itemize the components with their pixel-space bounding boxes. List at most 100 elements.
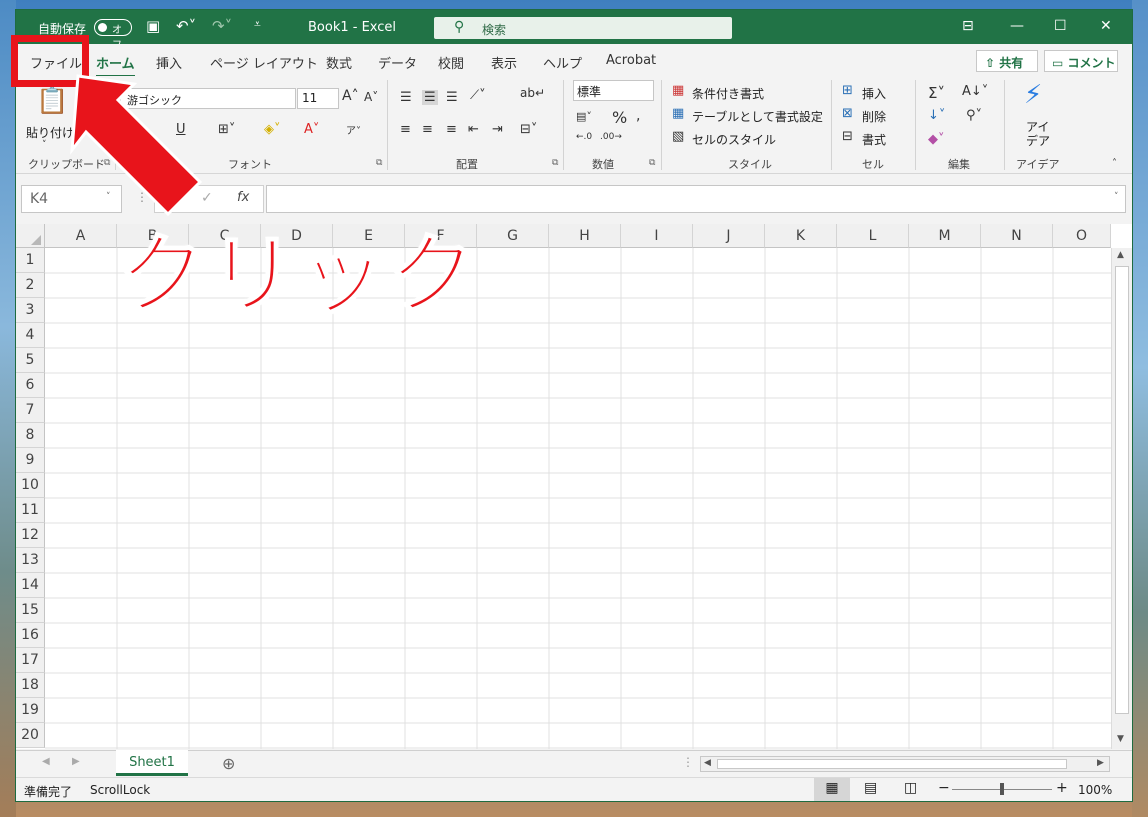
- fill-color-icon[interactable]: ◈˅: [264, 122, 281, 137]
- comments-button[interactable]: ▭ コメント: [1044, 50, 1118, 72]
- vertical-scrollbar[interactable]: ▲ ▼: [1111, 248, 1132, 749]
- autosum-icon[interactable]: Σ˅: [928, 84, 945, 102]
- sort-filter-icon[interactable]: A↓˅: [962, 84, 988, 99]
- clipboard-launcher-icon[interactable]: ⧉: [104, 158, 110, 168]
- tab-home[interactable]: ホーム: [96, 53, 135, 77]
- tab-view[interactable]: 表示: [491, 53, 517, 72]
- normal-view-icon[interactable]: ▦: [814, 778, 850, 801]
- number-format-box[interactable]: 標準: [573, 80, 654, 101]
- save-icon[interactable]: ▣: [146, 17, 160, 35]
- clear-icon[interactable]: ◆˅: [928, 132, 945, 147]
- group-styles: スタイル: [728, 158, 772, 171]
- decrease-indent-icon[interactable]: ⇤: [468, 122, 479, 137]
- paste-dropdown-icon[interactable]: ˅: [42, 140, 47, 150]
- format-table-button[interactable]: テーブルとして書式設定: [692, 108, 823, 125]
- zoom-level[interactable]: 100%: [1078, 783, 1112, 797]
- tab-acrobat[interactable]: Acrobat: [606, 53, 656, 68]
- align-right-icon[interactable]: ≡: [446, 122, 457, 137]
- cell-styles-button[interactable]: セルのスタイル: [692, 131, 776, 148]
- enter-icon[interactable]: ✓: [201, 190, 213, 206]
- format-cells-button[interactable]: 書式: [862, 131, 886, 148]
- grow-font-icon[interactable]: A˄: [342, 88, 359, 104]
- underline-icon[interactable]: U: [176, 122, 186, 137]
- horizontal-scrollbar[interactable]: ◀ ▶: [700, 756, 1110, 772]
- alignment-launcher-icon[interactable]: ⧉: [552, 158, 558, 168]
- accounting-icon[interactable]: ▤˅: [576, 110, 592, 123]
- ideas-icon[interactable]: ⚡: [1024, 80, 1042, 110]
- tab-insert[interactable]: 挿入: [156, 53, 182, 72]
- namebox-dropdown-icon[interactable]: ˅: [106, 192, 111, 202]
- page-layout-view-icon[interactable]: ▤: [864, 780, 877, 796]
- paste-button[interactable]: 貼り付け: [26, 124, 74, 141]
- close-icon[interactable]: ✕: [1100, 18, 1112, 34]
- orientation-icon[interactable]: ⟋˅: [470, 88, 486, 103]
- vertical-scroll-thumb[interactable]: [1115, 266, 1129, 714]
- collapse-ribbon-icon[interactable]: ˄: [1112, 158, 1117, 169]
- tab-help[interactable]: ヘルプ: [543, 53, 582, 72]
- scroll-down-icon[interactable]: ▼: [1117, 734, 1124, 744]
- zoom-in-icon[interactable]: +: [1056, 780, 1068, 796]
- horizontal-scroll-thumb[interactable]: [717, 759, 1067, 769]
- redo-icon[interactable]: ↷˅: [212, 17, 232, 35]
- separator: [915, 80, 916, 170]
- sheet-tab-sheet1[interactable]: Sheet1: [116, 750, 188, 776]
- zoom-out-icon[interactable]: −: [938, 780, 950, 796]
- ribbon-display-icon[interactable]: ⊟: [962, 18, 974, 34]
- borders-icon[interactable]: ⊞˅: [218, 122, 235, 137]
- fill-icon[interactable]: ↓˅: [928, 108, 945, 123]
- decrease-decimal-icon[interactable]: .00→: [600, 132, 622, 142]
- next-sheet-icon[interactable]: ▶: [72, 756, 80, 767]
- merge-center-icon[interactable]: ⊟˅: [520, 122, 537, 137]
- select-all-corner[interactable]: [16, 224, 45, 248]
- font-name-box[interactable]: 游ゴシック: [120, 88, 296, 109]
- delete-cells-icon: ⊠: [842, 106, 853, 121]
- phonetic-icon[interactable]: ア˅: [346, 122, 361, 137]
- scroll-up-icon[interactable]: ▲: [1117, 250, 1124, 260]
- autosave-toggle[interactable]: オフ: [94, 19, 132, 51]
- customize-qat-icon[interactable]: ⩡: [254, 17, 261, 32]
- tab-split-icon[interactable]: ⋮: [682, 755, 694, 769]
- increase-decimal-icon[interactable]: ←.0: [576, 132, 592, 142]
- share-label: 共有: [999, 56, 1024, 70]
- conditional-format-button[interactable]: 条件付き書式: [692, 85, 764, 102]
- percent-icon[interactable]: %: [612, 108, 627, 127]
- scroll-right-icon[interactable]: ▶: [1097, 758, 1104, 768]
- font-size-box[interactable]: 11: [297, 88, 339, 109]
- align-center-icon[interactable]: ≡: [422, 122, 433, 137]
- zoom-slider-thumb[interactable]: [1000, 783, 1004, 795]
- undo-icon[interactable]: ↶˅: [176, 17, 196, 35]
- font-launcher-icon[interactable]: ⧉: [376, 158, 382, 168]
- align-middle-icon[interactable]: ☰: [422, 90, 438, 105]
- increase-indent-icon[interactable]: ⇥: [492, 122, 503, 137]
- search-icon: ⚲: [454, 19, 465, 35]
- expand-formula-icon[interactable]: ˅: [1114, 192, 1119, 202]
- align-top-icon[interactable]: ☰: [400, 90, 412, 105]
- scroll-left-icon[interactable]: ◀: [704, 758, 711, 768]
- align-bottom-icon[interactable]: ☰: [446, 90, 458, 105]
- align-left-icon[interactable]: ≡: [400, 122, 411, 137]
- tab-formulas[interactable]: 数式: [326, 53, 352, 72]
- find-select-icon[interactable]: ⚲˅: [966, 108, 982, 123]
- insert-function-icon[interactable]: fx: [237, 190, 249, 205]
- new-sheet-icon[interactable]: ⊕: [222, 754, 235, 773]
- delete-cells-button[interactable]: 削除: [862, 108, 886, 125]
- font-color-icon[interactable]: A˅: [304, 122, 319, 137]
- wrap-text-icon[interactable]: ab↵: [520, 86, 545, 100]
- tab-page-layout[interactable]: ページ レイアウト: [210, 53, 318, 72]
- share-button[interactable]: ⇧ 共有: [976, 50, 1038, 72]
- tab-data[interactable]: データ: [378, 53, 417, 72]
- cancel-icon[interactable]: ✕: [167, 190, 179, 206]
- paste-icon[interactable]: 📋: [36, 86, 68, 116]
- prev-sheet-icon[interactable]: ◀: [42, 756, 50, 767]
- comma-icon[interactable]: ,: [636, 108, 640, 124]
- number-launcher-icon[interactable]: ⧉: [649, 158, 655, 168]
- maximize-icon[interactable]: ☐: [1054, 18, 1067, 34]
- page-break-view-icon[interactable]: ◫: [904, 780, 917, 796]
- shrink-font-icon[interactable]: A˅: [364, 90, 378, 104]
- ideas-line2[interactable]: デア: [1026, 132, 1050, 149]
- tab-review[interactable]: 校閲: [438, 53, 464, 72]
- insert-cells-button[interactable]: 挿入: [862, 85, 886, 102]
- search-box[interactable]: ⚲ 検索: [434, 17, 732, 39]
- document-title: Book1 - Excel: [308, 20, 397, 35]
- minimize-icon[interactable]: —: [1010, 18, 1024, 34]
